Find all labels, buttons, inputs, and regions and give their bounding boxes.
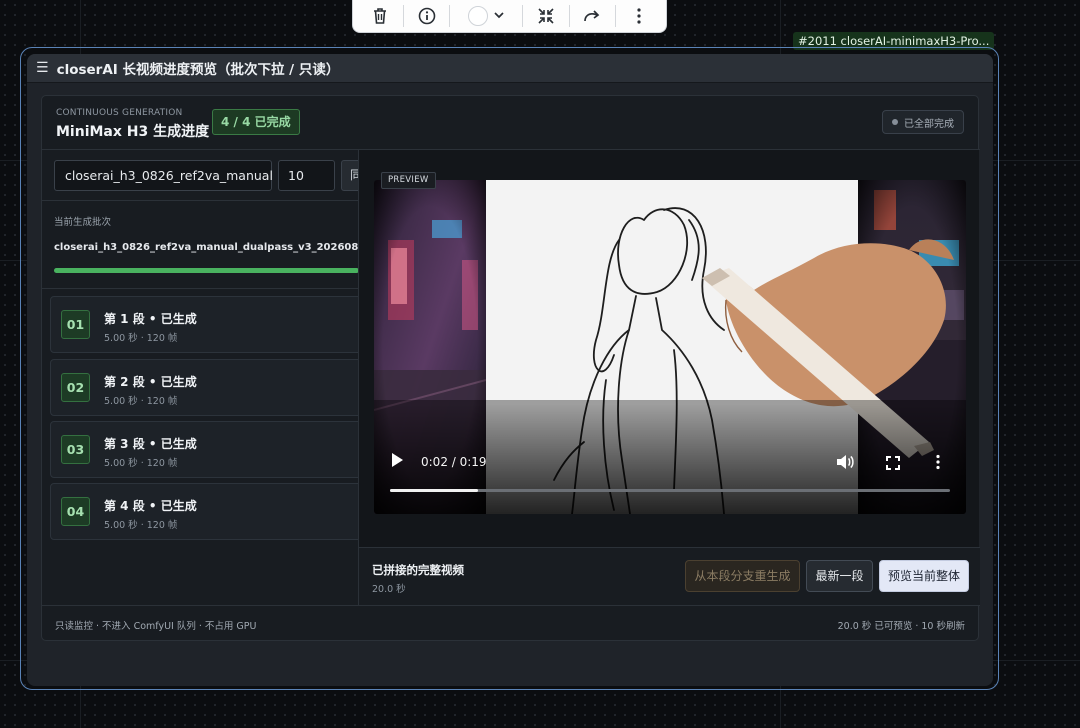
more-vert-icon[interactable] — [622, 3, 656, 29]
segment-title: 第 2 段 • 已生成 — [104, 375, 197, 389]
segment-item[interactable]: 03 第 3 段 • 已生成 5.00 秒 · 120 帧 — [50, 421, 358, 478]
segment-number: 01 — [61, 310, 90, 339]
collapse-icon[interactable] — [529, 3, 563, 29]
divider — [42, 288, 358, 289]
segment-meta: 5.00 秒 · 120 帧 — [104, 333, 178, 344]
batch-select[interactable]: closerai_h3_0826_ref2va_manual — [54, 160, 273, 191]
volume-icon[interactable] — [836, 454, 854, 474]
progress-panel: CONTINUOUS GENERATION MiniMax H3 生成进度 4 … — [41, 95, 980, 641]
stitched-video-bar: 已拼接的完整视频 20.0 秒 从本段分支重生成 最新一段 预览当前整体 — [359, 547, 980, 605]
canvas-toolbar — [352, 0, 667, 33]
segment-meta: 5.00 秒 · 120 帧 — [104, 458, 178, 469]
stitched-duration: 20.0 秒 — [372, 584, 406, 595]
batch-progress-fill — [54, 268, 358, 273]
node-window: ☰ closerAI 长视频进度预览（批次下拉 / 只读） CONTINUOUS… — [27, 54, 993, 686]
branch-regenerate-button[interactable]: 从本段分支重生成 — [685, 560, 800, 592]
count-input[interactable]: 10 — [278, 160, 335, 191]
color-swatch — [468, 5, 489, 26]
segment-meta: 5.00 秒 · 120 帧 — [104, 520, 178, 531]
toolbar-divider — [568, 4, 570, 27]
panel-title: MiniMax H3 生成进度 — [56, 124, 210, 140]
divider — [42, 605, 980, 606]
menu-icon[interactable]: ☰ — [36, 60, 49, 76]
preview-column: PREVIEW 0:02 / 0:19 已拼接的完整视频 20.0 秒 从本段分… — [358, 150, 980, 605]
info-icon[interactable] — [410, 3, 444, 29]
segment-number: 02 — [61, 373, 90, 402]
toolbar-divider — [615, 4, 617, 27]
video-time: 0:02 / 0:19 — [421, 455, 487, 469]
latest-segment-button[interactable]: 最新一段 — [806, 560, 873, 592]
preview-all-button[interactable]: 预览当前整体 — [879, 560, 969, 592]
play-icon[interactable] — [390, 452, 406, 472]
redo-icon[interactable] — [576, 3, 610, 29]
toolbar-divider — [521, 4, 523, 27]
segment-item[interactable]: 04 第 4 段 • 已生成 5.00 秒 · 120 帧 — [50, 483, 358, 540]
toolbar-divider — [402, 4, 404, 27]
segment-title: 第 4 段 • 已生成 — [104, 499, 197, 513]
segment-meta: 5.00 秒 · 120 帧 — [104, 396, 178, 407]
segment-item[interactable]: 02 第 2 段 • 已生成 5.00 秒 · 120 帧 — [50, 359, 358, 416]
chevron-down-icon — [494, 12, 504, 19]
trash-icon[interactable] — [363, 3, 397, 29]
video-player[interactable]: 0:02 / 0:19 — [374, 180, 966, 514]
segment-title: 第 1 段 • 已生成 — [104, 312, 197, 326]
panel-heading: CONTINUOUS GENERATION MiniMax H3 生成进度 — [56, 108, 209, 141]
video-seek-fill — [390, 489, 478, 492]
footer-status: 20.0 秒 已可预览 · 10 秒刷新 — [837, 621, 965, 632]
status-pill: 已全部完成 — [882, 110, 964, 134]
more-vert-icon[interactable] — [935, 454, 941, 474]
status-dot-icon — [892, 119, 898, 125]
color-picker[interactable] — [456, 5, 515, 26]
completion-badge: 4 / 4 已完成 — [212, 109, 300, 135]
window-title: closerAI 长视频进度预览（批次下拉 / 只读） — [56, 62, 340, 78]
batch-progress-bar — [54, 268, 358, 273]
batch-select-value: closerai_h3_0826_ref2va_manual — [65, 168, 273, 183]
window-header[interactable]: ☰ closerAI 长视频进度预览（批次下拉 / 只读） — [27, 54, 993, 83]
stitched-title: 已拼接的完整视频 — [372, 563, 464, 577]
current-batch-label: 当前生成批次 — [54, 217, 112, 228]
segment-item[interactable]: 01 第 1 段 • 已生成 5.00 秒 · 120 帧 — [50, 296, 358, 353]
segment-title: 第 3 段 • 已生成 — [104, 437, 197, 451]
toolbar-divider — [449, 4, 451, 27]
sync-button[interactable]: 同 — [341, 160, 358, 191]
fullscreen-icon[interactable] — [886, 455, 900, 474]
batch-column: closerai_h3_0826_ref2va_manual 10 同 当前生成… — [42, 150, 358, 605]
footer-note: 只读监控 · 不进入 ComfyUI 队列 · 不占用 GPU — [55, 621, 257, 632]
preview-tag: PREVIEW — [381, 172, 436, 189]
video-seek-bar[interactable] — [390, 489, 950, 492]
divider — [42, 200, 358, 201]
current-batch-name: closerai_h3_0826_ref2va_manual_dualpass_… — [54, 242, 358, 253]
status-pill-label: 已全部完成 — [904, 118, 954, 130]
panel-eyebrow: CONTINUOUS GENERATION — [56, 108, 183, 118]
segment-number: 04 — [61, 497, 90, 526]
segment-number: 03 — [61, 435, 90, 464]
